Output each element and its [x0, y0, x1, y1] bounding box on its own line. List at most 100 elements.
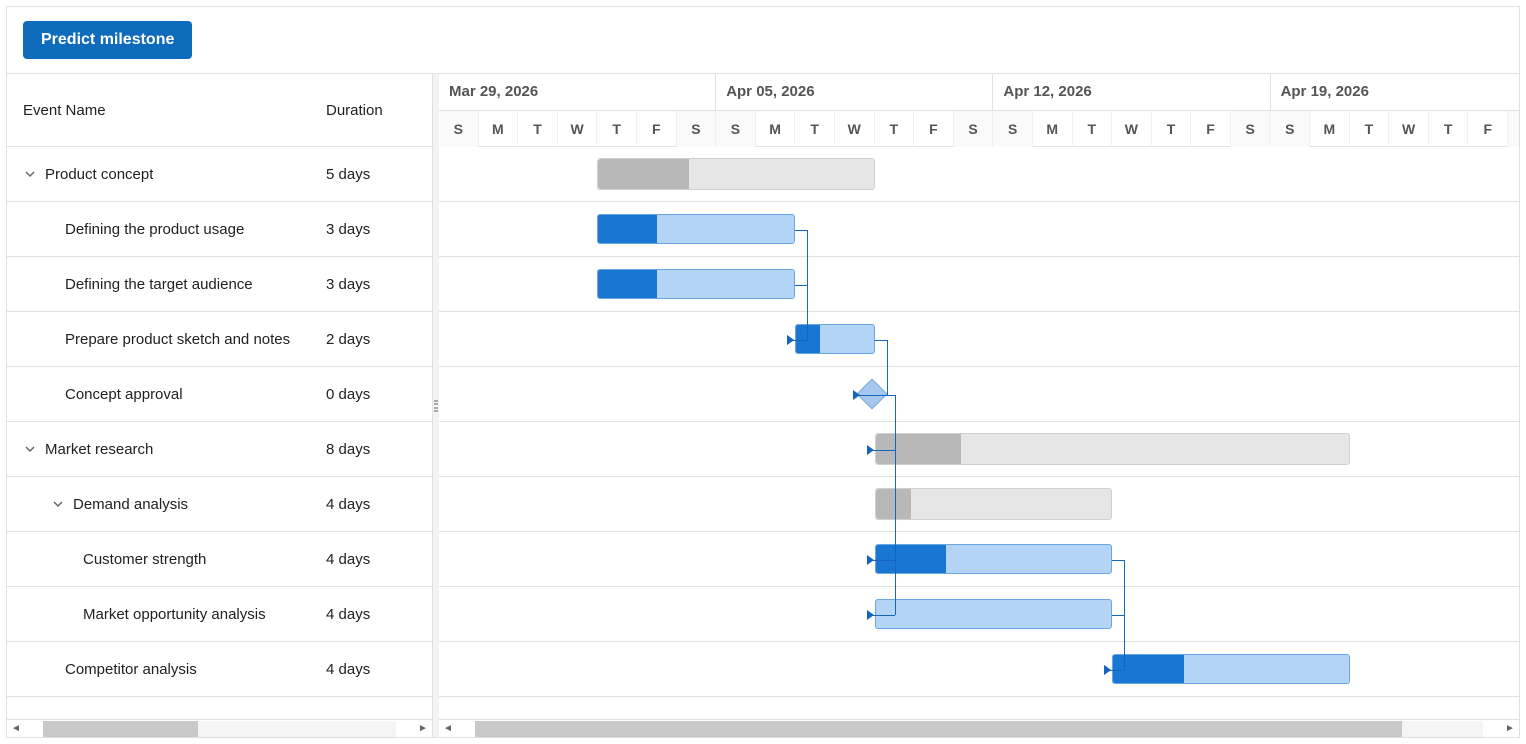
day-header: F	[1191, 111, 1231, 148]
day-header: T	[875, 111, 915, 148]
progress-fill	[876, 489, 911, 519]
gantt-content: Event Name Duration Product concept 5 day…	[7, 74, 1519, 737]
progress-fill	[598, 270, 657, 298]
table-row[interactable]: Market opportunity analysis 4 days	[7, 587, 432, 642]
grid-header: Event Name Duration	[7, 74, 432, 147]
scrollbar-thumb[interactable]	[475, 721, 1402, 737]
table-row[interactable]: Competitor analysis 4 days	[7, 642, 432, 697]
task-name-cell[interactable]: Demand analysis	[7, 496, 322, 513]
scroll-left-icon[interactable]: ◄	[7, 721, 25, 737]
dependency-arrow-icon	[787, 335, 794, 345]
table-row[interactable]: Defining the target audience3 days	[7, 257, 432, 312]
task-name-label: Concept approval	[65, 386, 183, 403]
task-duration-cell: 4 days	[322, 606, 432, 623]
task-duration-cell: 4 days	[322, 661, 432, 678]
task-name-cell[interactable]: Defining the target audience	[7, 276, 322, 293]
task-name-label: Competitor analysis	[65, 661, 197, 678]
task-bar[interactable]	[597, 269, 795, 299]
dependency-arrow-icon	[1104, 665, 1111, 675]
chevron-down-icon[interactable]	[23, 442, 37, 456]
table-row[interactable]: Defining the product usage3 days	[7, 202, 432, 257]
table-row[interactable]: Customer strength4 days	[7, 532, 432, 587]
task-name-label: Prepare product sketch and notes	[65, 331, 290, 348]
task-name-cell[interactable]: Customer strength	[7, 551, 322, 568]
progress-fill	[598, 159, 689, 189]
task-name-cell[interactable]: Competitor analysis	[7, 661, 322, 678]
task-bar[interactable]	[875, 599, 1113, 629]
timeline-body[interactable]	[439, 147, 1519, 719]
week-header: Mar 29, 2026	[439, 74, 716, 110]
task-bar[interactable]	[597, 214, 795, 244]
scroll-left-icon[interactable]: ◄	[439, 721, 457, 737]
day-header: S	[1508, 111, 1519, 148]
scrollbar-thumb[interactable]	[43, 721, 198, 737]
timeline-row	[439, 587, 1519, 642]
dependency-arrow-icon	[867, 610, 874, 620]
day-header: M	[756, 111, 796, 148]
col-header-name[interactable]: Event Name	[7, 102, 322, 119]
day-header: W	[558, 111, 598, 148]
table-row[interactable]: Product concept 5 days	[7, 147, 432, 202]
task-name-label: Demand analysis	[73, 496, 188, 513]
chevron-down-icon[interactable]	[51, 497, 65, 511]
task-bar[interactable]	[1112, 654, 1350, 684]
task-name-cell[interactable]: Product concept	[7, 166, 322, 183]
task-name-label: Market opportunity analysis	[83, 606, 266, 623]
task-name-cell[interactable]: Market opportunity analysis	[7, 606, 322, 623]
timeline-header: Mar 29, 2026Apr 05, 2026Apr 12, 2026Apr …	[439, 74, 1519, 147]
day-header: S	[439, 111, 479, 148]
col-header-duration[interactable]: Duration	[322, 102, 432, 119]
task-duration-cell: 2 days	[322, 331, 432, 348]
task-name-label: Market research	[45, 441, 153, 458]
task-duration-cell: 0 days	[322, 386, 432, 403]
day-header: T	[1073, 111, 1113, 148]
day-header: M	[479, 111, 519, 148]
week-header: Apr 05, 2026	[716, 74, 993, 110]
progress-fill	[598, 215, 657, 243]
day-header: T	[1152, 111, 1192, 148]
day-header: W	[1112, 111, 1152, 148]
chevron-down-icon[interactable]	[23, 167, 37, 181]
day-header: F	[637, 111, 677, 148]
predict-milestone-button[interactable]: Predict milestone	[23, 21, 192, 59]
timeline-row	[439, 257, 1519, 312]
task-grid: Event Name Duration Product concept 5 day…	[7, 74, 433, 737]
summary-bar[interactable]	[875, 433, 1350, 465]
task-name-cell[interactable]: Market research	[7, 441, 322, 458]
gantt-container: Predict milestone Event Name Duration Pr…	[6, 6, 1520, 738]
task-name-cell[interactable]: Concept approval	[7, 386, 322, 403]
task-name-cell[interactable]: Prepare product sketch and notes	[7, 331, 322, 348]
day-header: T	[518, 111, 558, 148]
task-name-label: Product concept	[45, 166, 153, 183]
summary-bar[interactable]	[875, 488, 1113, 520]
table-row[interactable]: Market research 8 days	[7, 422, 432, 477]
dependency-arrow-icon	[867, 555, 874, 565]
task-duration-cell: 5 days	[322, 166, 432, 183]
dependency-arrow-icon	[853, 390, 860, 400]
task-name-cell[interactable]: Defining the product usage	[7, 221, 322, 238]
timeline-row	[439, 642, 1519, 697]
day-header: T	[1429, 111, 1469, 148]
day-header: M	[1310, 111, 1350, 148]
day-header: T	[795, 111, 835, 148]
timeline-row	[439, 202, 1519, 257]
task-bar[interactable]	[875, 544, 1113, 574]
day-header: S	[716, 111, 756, 148]
grid-rows: Product concept 5 days Defining the produc…	[7, 147, 432, 719]
task-duration-cell: 8 days	[322, 441, 432, 458]
table-row[interactable]: Concept approval 0 days	[7, 367, 432, 422]
timeline-horizontal-scrollbar[interactable]: ◄ ►	[439, 719, 1519, 737]
task-duration-cell: 3 days	[322, 221, 432, 238]
table-row[interactable]: Prepare product sketch and notes 2 days	[7, 312, 432, 367]
dependency-arrow-icon	[867, 445, 874, 455]
summary-bar[interactable]	[597, 158, 874, 190]
task-duration-cell: 3 days	[322, 276, 432, 293]
week-header: Apr 12, 2026	[993, 74, 1270, 110]
table-row[interactable]: Demand analysis4 days	[7, 477, 432, 532]
toolbar: Predict milestone	[7, 7, 1519, 74]
scroll-right-icon[interactable]: ►	[1501, 721, 1519, 737]
timeline: Mar 29, 2026Apr 05, 2026Apr 12, 2026Apr …	[439, 74, 1519, 737]
day-header: S	[954, 111, 994, 148]
grid-horizontal-scrollbar[interactable]: ◄ ►	[7, 719, 432, 737]
scroll-right-icon[interactable]: ►	[414, 721, 432, 737]
